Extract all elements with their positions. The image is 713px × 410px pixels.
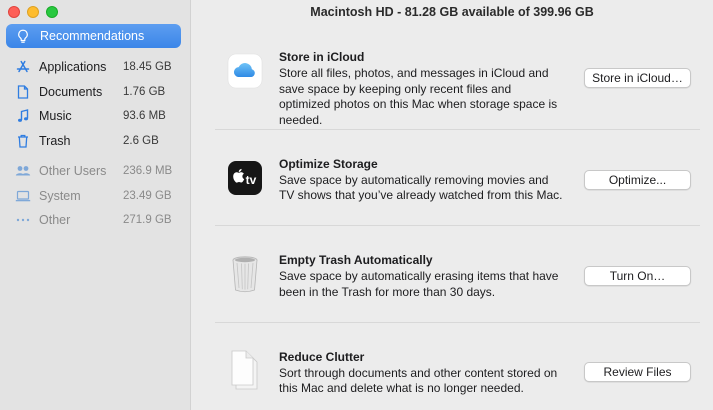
sidebar-item-size: 2.6 GB <box>123 134 159 147</box>
recommendation-description: Sort through documents and other content… <box>279 365 558 396</box>
apple-tv-icon: tv <box>227 160 263 196</box>
sidebar-item-system[interactable]: System 23.49 GB <box>0 184 191 209</box>
recommendation-text: Reduce Clutter Sort through documents an… <box>279 350 564 397</box>
review-files-button[interactable]: Review Files <box>584 361 691 382</box>
zoom-button[interactable] <box>46 6 58 18</box>
sidebar-item-label: Applications <box>39 60 107 75</box>
minimize-button[interactable] <box>27 6 39 18</box>
sidebar-list: Applications 18.45 GB Documents 1.76 GB <box>0 55 191 233</box>
trash-icon <box>15 134 31 148</box>
sidebar-item-recommendations[interactable]: Recommendations <box>6 24 181 48</box>
sidebar-item-music[interactable]: Music 93.6 MB <box>0 104 191 129</box>
sidebar-item-size: 18.45 GB <box>123 61 172 74</box>
close-button[interactable] <box>8 6 20 18</box>
apple-tv-icon-label: tv <box>246 173 257 187</box>
recommendation-title: Store in iCloud <box>279 50 365 64</box>
sidebar-item-other[interactable]: Other 271.9 GB <box>0 208 191 233</box>
sidebar: Recommendations Applications 18.45 GB Do… <box>0 0 191 410</box>
document-icon <box>15 85 31 99</box>
recommendation-text: Empty Trash Automatically Save space by … <box>279 253 564 300</box>
recommendation-reduce-clutter: Reduce Clutter Sort through documents an… <box>215 323 700 410</box>
trash-bin-icon <box>227 254 263 293</box>
sidebar-item-size: 93.6 MB <box>123 110 166 123</box>
lightbulb-icon <box>16 29 30 44</box>
sidebar-item-size: 236.9 MB <box>123 165 173 178</box>
recommendation-title: Reduce Clutter <box>279 349 365 364</box>
recommendation-description: Store all files, photos, and messages in… <box>279 66 558 127</box>
recommendation-optimize-storage: tv Optimize Storage Save space by automa… <box>215 130 700 226</box>
sidebar-item-documents[interactable]: Documents 1.76 GB <box>0 80 191 105</box>
recommendation-title: Empty Trash Automatically <box>279 253 433 267</box>
icloud-icon <box>227 53 263 89</box>
sidebar-item-label: Music <box>39 109 72 124</box>
laptop-icon <box>15 190 31 202</box>
window-title: Macintosh HD - 81.28 GB available of 399… <box>310 5 594 19</box>
recommendation-empty-trash: Empty Trash Automatically Save space by … <box>215 226 700 323</box>
sidebar-item-label: System <box>39 188 81 203</box>
recommendation-text: Store in iCloud Store all files, photos,… <box>279 50 564 128</box>
sidebar-item-applications[interactable]: Applications 18.45 GB <box>0 55 191 80</box>
main-panel: Macintosh HD - 81.28 GB available of 399… <box>191 0 713 410</box>
app-store-icon <box>15 60 31 74</box>
sidebar-item-size: 1.76 GB <box>123 85 166 98</box>
sidebar-item-other-users[interactable]: Other Users 236.9 MB <box>0 159 191 184</box>
documents-stack-icon <box>227 349 263 389</box>
recommendation-text: Optimize Storage Save space by automatic… <box>279 157 564 204</box>
sidebar-item-label: Documents <box>39 84 103 99</box>
ellipsis-icon <box>15 218 31 222</box>
sidebar-item-size: 23.49 GB <box>123 189 172 202</box>
sidebar-item-label: Trash <box>39 133 71 148</box>
sidebar-item-label: Other Users <box>39 164 107 179</box>
recommendations-list: Store in iCloud Store all files, photos,… <box>215 33 700 410</box>
recommendation-icloud: Store in iCloud Store all files, photos,… <box>215 33 700 130</box>
recommendation-title: Optimize Storage <box>279 156 378 171</box>
store-in-icloud-button[interactable]: Store in iCloud… <box>584 68 691 88</box>
storage-window: Recommendations Applications 18.45 GB Do… <box>0 0 713 410</box>
users-icon <box>15 165 31 177</box>
sidebar-item-label: Recommendations <box>40 29 145 43</box>
sidebar-item-label: Other <box>39 213 71 228</box>
music-note-icon <box>15 109 31 123</box>
turn-on-button[interactable]: Turn On… <box>584 266 691 286</box>
recommendation-description: Save space by automatically erasing item… <box>279 269 559 299</box>
window-controls <box>8 6 58 18</box>
optimize-button[interactable]: Optimize... <box>584 169 691 190</box>
sidebar-item-size: 271.9 GB <box>123 214 172 227</box>
recommendation-description: Save space by automatically removing mov… <box>279 172 563 203</box>
sidebar-item-trash[interactable]: Trash 2.6 GB <box>0 129 191 154</box>
